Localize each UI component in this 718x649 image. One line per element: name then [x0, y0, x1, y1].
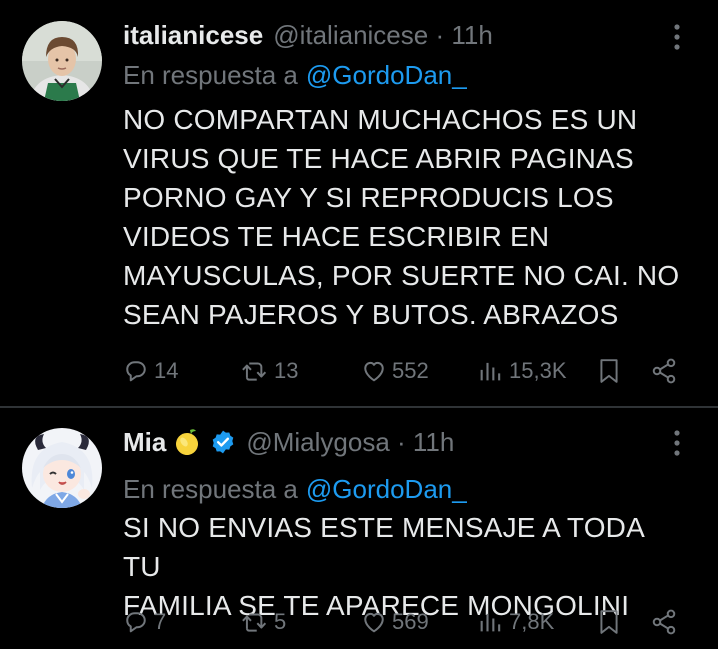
retweet-count: 13	[274, 358, 299, 383]
like-button[interactable]: 552	[360, 351, 429, 391]
heart-icon	[364, 361, 384, 382]
more-vertical-icon[interactable]	[665, 22, 689, 52]
views-chart-icon	[480, 613, 501, 632]
reply-count: 7	[154, 609, 167, 634]
bookmark-button[interactable]	[596, 602, 622, 642]
tweet-2[interactable]: Mia @Mialygosa · 11h En respuesta a @Gord…	[0, 408, 718, 649]
avatar[interactable]	[22, 428, 102, 508]
reply-to-link[interactable]: @GordoDan_	[306, 60, 467, 90]
tweet-text: NO COMPARTAN MUCHACHOS ES UN VIRUS QUE T…	[123, 100, 683, 334]
like-count: 569	[392, 609, 429, 634]
comment-icon	[126, 361, 146, 382]
tweet-1[interactable]: italianicese @italianicese · 11h En resp…	[0, 0, 718, 407]
avatar[interactable]	[22, 21, 102, 101]
more-vertical-icon[interactable]	[665, 428, 689, 458]
tweet-text-line: NO COMPARTAN MUCHACHOS ES UN	[123, 104, 638, 135]
views-chart-icon	[480, 362, 501, 381]
verified-badge-icon[interactable]	[210, 429, 236, 455]
handle-and-time[interactable]: @italianicese · 11h	[273, 20, 493, 51]
reply-prefix: En respuesta a	[123, 474, 298, 504]
reply-button[interactable]: 14	[122, 351, 178, 391]
like-button[interactable]: 569	[360, 602, 429, 642]
views-button[interactable]: 7,8K	[477, 602, 554, 642]
retweet-count: 5	[274, 609, 287, 634]
views-button[interactable]: 15,3K	[477, 351, 567, 391]
tweet-text-line: SEAN PAJEROS Y BUTOS. ABRAZOS	[123, 299, 619, 330]
handle-and-time[interactable]: @Mialygosa · 11h	[246, 427, 454, 458]
comment-icon	[126, 612, 146, 633]
action-bar: 14 13 552 15,3K	[0, 351, 718, 391]
retweet-button[interactable]: 5	[240, 602, 286, 642]
tweet-text-line: PORNO GAY Y SI REPRODUCIS LOS	[123, 182, 614, 213]
reply-to-link[interactable]: @GordoDan_	[306, 474, 467, 504]
share-icon	[652, 358, 676, 384]
reply-count: 14	[154, 358, 179, 383]
reply-context: En respuesta a @GordoDan_	[123, 474, 467, 505]
retweet-icon	[242, 362, 267, 381]
like-count: 552	[392, 358, 429, 383]
share-icon	[652, 609, 676, 635]
bookmark-icon	[600, 610, 618, 634]
tweet-text-line: SI NO ENVIAS ESTE MENSAJE A TODA TU	[123, 512, 644, 582]
bookmark-button[interactable]	[596, 351, 622, 391]
display-name[interactable]: italianicese	[123, 20, 263, 51]
tweet-text-line: MAYUSCULAS, POR SUERTE NO CAI. NO	[123, 260, 680, 291]
action-bar: 7 5 569 7,8K	[0, 602, 718, 642]
tweet-header: Mia @Mialygosa · 11h	[123, 422, 454, 462]
reply-button[interactable]: 7	[122, 602, 166, 642]
tweet-text-line: VIDEOS TE HACE ESCRIBIR EN	[123, 221, 550, 252]
view-count: 15,3K	[509, 358, 567, 383]
retweet-button[interactable]: 13	[240, 351, 298, 391]
view-count: 7,8K	[509, 609, 555, 634]
reply-prefix: En respuesta a	[123, 60, 298, 90]
lemon-emoji-icon	[174, 427, 202, 457]
reply-context: En respuesta a @GordoDan_	[123, 60, 467, 91]
tweet-header: italianicese @italianicese · 11h	[123, 15, 493, 55]
retweet-icon	[242, 613, 267, 632]
share-button[interactable]	[650, 351, 678, 391]
display-name[interactable]: Mia	[123, 427, 166, 458]
bookmark-icon	[600, 359, 618, 383]
share-button[interactable]	[650, 602, 678, 642]
tweet-text-line: VIRUS QUE TE HACE ABRIR PAGINAS	[123, 143, 634, 174]
heart-icon	[364, 612, 384, 633]
